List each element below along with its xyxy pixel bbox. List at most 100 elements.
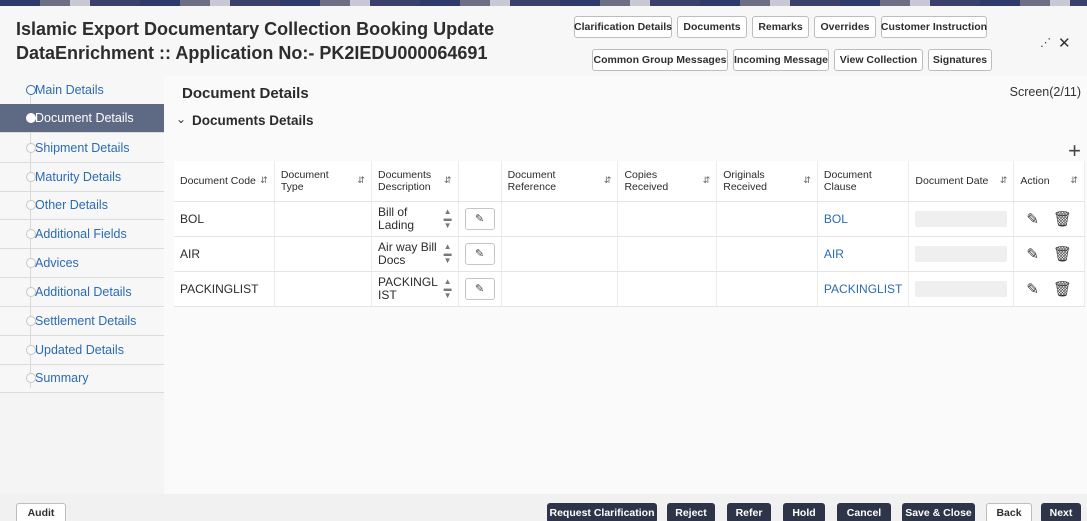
column-header: Document Clause — [817, 161, 910, 202]
sidebar-item-updated-details[interactable]: Updated Details — [0, 336, 164, 365]
column-header[interactable]: Copies Received ⇵ — [617, 161, 718, 202]
document-type-cell — [274, 236, 373, 272]
status-dot-icon — [26, 113, 36, 123]
sidebar-item-label: Updated Details — [35, 343, 124, 357]
stepper-icon[interactable]: ▲ ▬ ▼ — [444, 278, 452, 300]
sidebar-item-shipment-details[interactable]: Shipment Details — [0, 134, 164, 163]
remarks-button[interactable]: Remarks — [752, 16, 809, 38]
column-header[interactable]: Document Type ⇵ — [274, 161, 373, 202]
sidebar-item-main-details[interactable]: Main Details — [0, 76, 164, 105]
copies-received-cell — [617, 271, 718, 307]
pencil-icon[interactable]: ✎ — [1026, 210, 1039, 228]
column-header[interactable]: Document Code ⇵ — [174, 161, 275, 202]
document-type-cell — [274, 201, 373, 237]
request-clarification-button[interactable]: Request Clarification — [547, 503, 657, 521]
cancel-button[interactable]: Cancel — [837, 503, 891, 521]
edit-icon[interactable]: ✎ — [464, 242, 495, 265]
sort-icon[interactable]: ⇵ — [1000, 175, 1008, 186]
save-close-button[interactable]: Save & Close — [902, 503, 975, 521]
sidebar-item-additional-details[interactable]: Additional Details — [0, 278, 164, 307]
sidebar-item-label: Additional Fields — [35, 227, 127, 241]
column-header[interactable]: Document Date ⇵ — [908, 161, 1015, 202]
document-date-field[interactable] — [915, 245, 1008, 262]
sidebar-item-other-details[interactable]: Other Details — [0, 191, 164, 220]
document-clause-link[interactable]: BOL — [817, 201, 910, 237]
view-collection-button[interactable]: View Collection — [834, 49, 923, 71]
documents-description-cell[interactable]: Air way Bill Docs ▲ ▬ ▼ — [371, 236, 459, 272]
documents-button[interactable]: Documents — [677, 16, 747, 38]
trash-icon[interactable]: 🗑 — [1053, 280, 1072, 298]
documents-details-toggle[interactable]: Documents Details — [192, 113, 314, 128]
reject-button[interactable]: Reject — [667, 503, 715, 521]
sidebar-item-document-details[interactable]: Document Details — [0, 104, 164, 133]
audit-button[interactable]: Audit — [16, 503, 66, 521]
document-reference-cell — [501, 201, 619, 237]
sidebar-item-maturity-details[interactable]: Maturity Details — [0, 163, 164, 192]
sort-icon[interactable]: ⇵ — [1070, 175, 1078, 186]
collapse-icon[interactable]: ⋰ — [1040, 36, 1051, 49]
sidebar-item-advices[interactable]: Advices — [0, 249, 164, 278]
documents-description-cell[interactable]: Bill of Lading ▲ ▬ ▼ — [371, 201, 459, 237]
documents-description-cell[interactable]: PACKINGL IST ▲ ▬ ▼ — [371, 271, 459, 307]
edit-icon[interactable]: ✎ — [464, 277, 495, 300]
overrides-button[interactable]: Overrides — [814, 16, 876, 38]
document-reference-cell — [501, 236, 619, 272]
close-icon[interactable]: ✕ — [1058, 34, 1071, 52]
status-dot-icon — [26, 229, 36, 239]
status-dot-icon — [26, 143, 36, 153]
next-button[interactable]: Next — [1041, 503, 1081, 521]
pencil-icon[interactable]: ✎ — [1026, 245, 1039, 263]
trash-icon[interactable]: 🗑 — [1053, 245, 1072, 263]
sidebar-item-additional-fields[interactable]: Additional Fields — [0, 220, 164, 249]
incoming-message-button[interactable]: Incoming Message — [733, 49, 829, 71]
sort-icon[interactable]: ⇵ — [803, 175, 811, 186]
column-header[interactable]: Documents Description ⇵ — [371, 161, 459, 202]
customer-instruction-button[interactable]: Customer Instruction — [881, 16, 987, 38]
sidebar-item-summary[interactable]: Summary — [0, 364, 164, 393]
refer-button[interactable]: Refer — [727, 503, 771, 521]
application-number: DataEnrichment :: Application No:- PK2IE… — [16, 43, 488, 63]
document-clause-link[interactable]: PACKINGLIST — [817, 271, 910, 307]
document-code-cell: PACKINGLIST — [174, 271, 275, 307]
sidebar-item-label: Main Details — [35, 83, 104, 97]
clarification-details-button[interactable]: Clarification Details — [574, 16, 672, 38]
table-row: PACKINGLIST PACKINGL IST ▲ ▬ ▼ ✎ PACKINGLIS… — [174, 271, 1085, 307]
edit-description-cell: ✎ — [458, 271, 502, 307]
sidebar-item-label: Shipment Details — [35, 141, 130, 155]
sidebar-item-label: Summary — [35, 371, 89, 385]
pencil-icon[interactable]: ✎ — [1026, 280, 1039, 298]
edit-icon[interactable]: ✎ — [464, 207, 495, 230]
stepper-icon[interactable]: ▲ ▬ ▼ — [444, 243, 452, 265]
column-header[interactable]: Action ⇵ — [1013, 161, 1085, 202]
originals-received-cell — [716, 236, 818, 272]
column-header[interactable]: Document Reference ⇵ — [501, 161, 619, 202]
common-group-messages-button[interactable]: Common Group Messages — [592, 49, 728, 71]
table-row: AIR Air way Bill Docs ▲ ▬ ▼ ✎ AIR ✎ 🗑 — [174, 236, 1085, 272]
sort-icon[interactable]: ⇵ — [444, 175, 452, 186]
document-reference-cell — [501, 271, 619, 307]
action-cell: ✎ 🗑 — [1013, 236, 1085, 272]
trash-icon[interactable]: 🗑 — [1053, 210, 1072, 228]
check-icon — [26, 85, 36, 95]
edit-description-cell: ✎ — [458, 236, 502, 272]
chevron-down-icon[interactable]: ⌄ — [176, 112, 186, 126]
status-dot-icon — [26, 316, 36, 326]
sort-icon[interactable]: ⇵ — [703, 175, 711, 186]
document-date-field[interactable] — [915, 210, 1008, 227]
hold-button[interactable]: Hold — [783, 503, 825, 521]
stepper-icon[interactable]: ▲ ▬ ▼ — [444, 208, 452, 230]
signatures-button[interactable]: Signatures — [928, 49, 992, 71]
sidebar-item-settlement-details[interactable]: Settlement Details — [0, 307, 164, 336]
back-button[interactable]: Back — [986, 503, 1032, 521]
column-header[interactable]: Originals Received ⇵ — [716, 161, 818, 202]
document-code-cell: AIR — [174, 236, 275, 272]
action-cell: ✎ 🗑 — [1013, 201, 1085, 237]
sidebar-item-label: Advices — [35, 256, 79, 270]
sort-icon[interactable]: ⇵ — [358, 175, 366, 186]
document-date-field[interactable] — [915, 280, 1008, 297]
table-header-row: Document Code ⇵ Document Type ⇵ Documents … — [174, 161, 1085, 202]
sort-icon[interactable]: ⇵ — [260, 175, 268, 186]
column-header — [458, 161, 502, 202]
document-clause-link[interactable]: AIR — [817, 236, 910, 272]
sort-icon[interactable]: ⇵ — [604, 175, 612, 186]
